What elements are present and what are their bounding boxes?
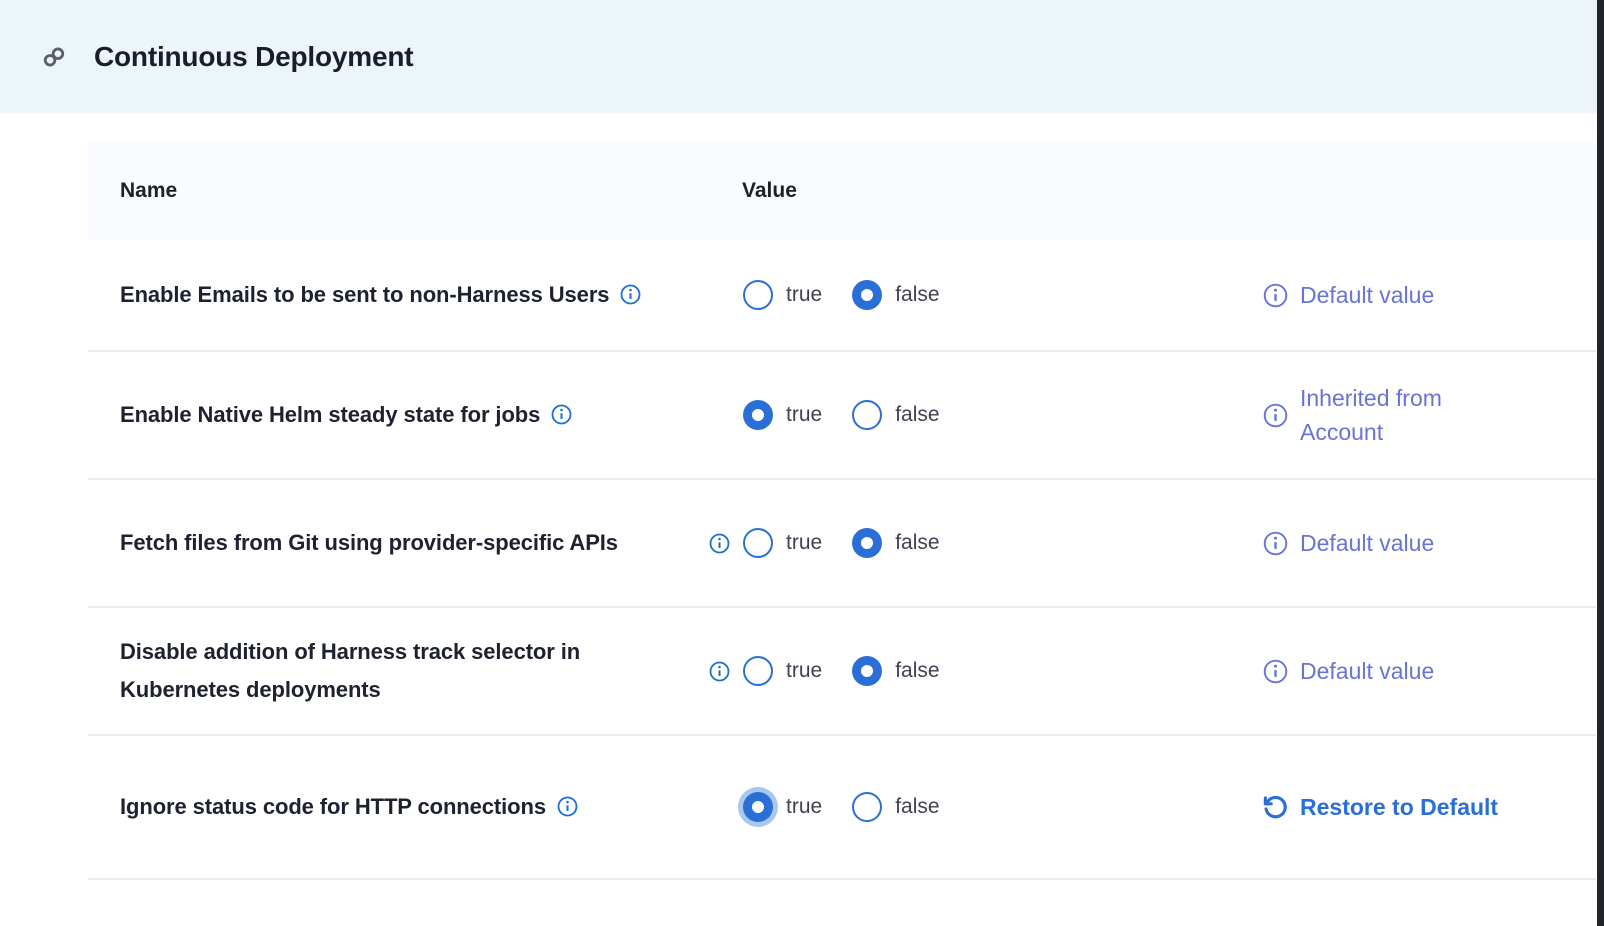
info-icon-status <box>1262 282 1289 309</box>
setting-name: Enable Native Helm steady state for jobs <box>120 402 540 427</box>
setting-value-cell: true false <box>708 400 1262 430</box>
section-title: Continuous Deployment <box>94 41 413 73</box>
radio-option-false[interactable]: false <box>852 528 939 558</box>
status-label[interactable]: Inherited from Account <box>1300 381 1515 450</box>
link-icon[interactable] <box>40 43 68 71</box>
info-icon-status <box>1262 530 1289 557</box>
setting-row: Ignore status code for HTTP connections … <box>88 736 1596 880</box>
radio-false-selected[interactable] <box>852 280 882 310</box>
setting-name-cell: Enable Native Helm steady state for jobs <box>88 396 708 435</box>
status-badge[interactable]: Inherited from Account <box>1262 381 1596 450</box>
info-icon-status <box>1262 402 1289 429</box>
radio-true[interactable] <box>743 528 773 558</box>
radio-label-false: false <box>895 659 939 683</box>
radio-false[interactable] <box>852 792 882 822</box>
restore-icon <box>1262 794 1289 821</box>
radio-option-false[interactable]: false <box>852 792 939 822</box>
radio-true[interactable] <box>743 656 773 686</box>
radio-label-false: false <box>895 403 939 427</box>
status-label[interactable]: Default value <box>1300 278 1434 313</box>
info-icon[interactable] <box>550 403 573 426</box>
section-header: Continuous Deployment <box>0 0 1604 113</box>
status-badge[interactable]: Default value <box>1262 278 1596 313</box>
radio-false-selected[interactable] <box>852 528 882 558</box>
radio-option-false[interactable]: false <box>852 656 939 686</box>
setting-row: Enable Emails to be sent to non-Harness … <box>88 240 1596 352</box>
radio-option-true[interactable]: true <box>743 528 822 558</box>
radio-option-true[interactable]: true <box>743 656 822 686</box>
setting-name-cell: Fetch files from Git using provider-spec… <box>88 524 708 563</box>
setting-name: Enable Emails to be sent to non-Harness … <box>120 282 609 307</box>
info-icon[interactable] <box>708 532 731 555</box>
setting-name-cell: Ignore status code for HTTP connections <box>88 788 708 827</box>
radio-option-true[interactable]: true <box>743 400 822 430</box>
setting-row: Enable Native Helm steady state for jobs… <box>88 352 1596 480</box>
settings-rows: Enable Emails to be sent to non-Harness … <box>88 240 1596 880</box>
radio-label-false: false <box>895 283 939 307</box>
radio-label-false: false <box>895 795 939 819</box>
window-edge <box>1597 0 1604 926</box>
status-badge[interactable]: Default value <box>1262 654 1596 689</box>
setting-name-cell: Disable addition of Harness track select… <box>88 633 708 710</box>
radio-label-true: true <box>786 795 822 819</box>
column-header-value: Value <box>708 179 1262 203</box>
radio-option-false[interactable]: false <box>852 280 939 310</box>
settings-page: Continuous Deployment Name Value Enable … <box>0 0 1604 880</box>
radio-false[interactable] <box>852 400 882 430</box>
table-header-row: Name Value <box>88 142 1596 240</box>
column-header-name: Name <box>88 179 708 203</box>
setting-value-cell: true false <box>708 280 1262 310</box>
setting-row: Fetch files from Git using provider-spec… <box>88 480 1596 608</box>
radio-label-true: true <box>786 283 822 307</box>
radio-option-false[interactable]: false <box>852 400 939 430</box>
setting-name: Fetch files from Git using provider-spec… <box>120 530 618 555</box>
settings-table: Name Value Enable Emails to be sent to n… <box>88 142 1596 880</box>
radio-group: true false <box>743 280 940 310</box>
radio-true-selected[interactable] <box>743 792 773 822</box>
radio-false-selected[interactable] <box>852 656 882 686</box>
setting-name-cell: Enable Emails to be sent to non-Harness … <box>88 276 708 315</box>
setting-value-cell: true false <box>708 656 1262 686</box>
setting-name: Disable addition of Harness track select… <box>120 639 580 703</box>
info-icon[interactable] <box>556 795 579 818</box>
setting-name: Ignore status code for HTTP connections <box>120 794 546 819</box>
radio-label-true: true <box>786 659 822 683</box>
radio-group: true false <box>743 792 940 822</box>
info-icon-status <box>1262 658 1289 685</box>
status-badge[interactable]: Default value <box>1262 526 1596 561</box>
radio-label-true: true <box>786 403 822 427</box>
status-label[interactable]: Default value <box>1300 654 1434 689</box>
status-label[interactable]: Restore to Default <box>1300 790 1498 825</box>
restore-to-default-button[interactable]: Restore to Default <box>1262 790 1596 825</box>
radio-label-true: true <box>786 531 822 555</box>
radio-option-true[interactable]: true <box>743 280 822 310</box>
radio-group: true false <box>743 528 940 558</box>
radio-group: true false <box>743 400 940 430</box>
setting-row: Disable addition of Harness track select… <box>88 608 1596 736</box>
radio-group: true false <box>743 656 940 686</box>
setting-value-cell: true false <box>708 528 1262 558</box>
info-icon[interactable] <box>619 283 642 306</box>
status-label[interactable]: Default value <box>1300 526 1434 561</box>
radio-label-false: false <box>895 531 939 555</box>
info-icon[interactable] <box>708 660 731 683</box>
radio-true-selected[interactable] <box>743 400 773 430</box>
setting-value-cell: true false <box>708 792 1262 822</box>
radio-true[interactable] <box>743 280 773 310</box>
radio-option-true[interactable]: true <box>743 792 822 822</box>
